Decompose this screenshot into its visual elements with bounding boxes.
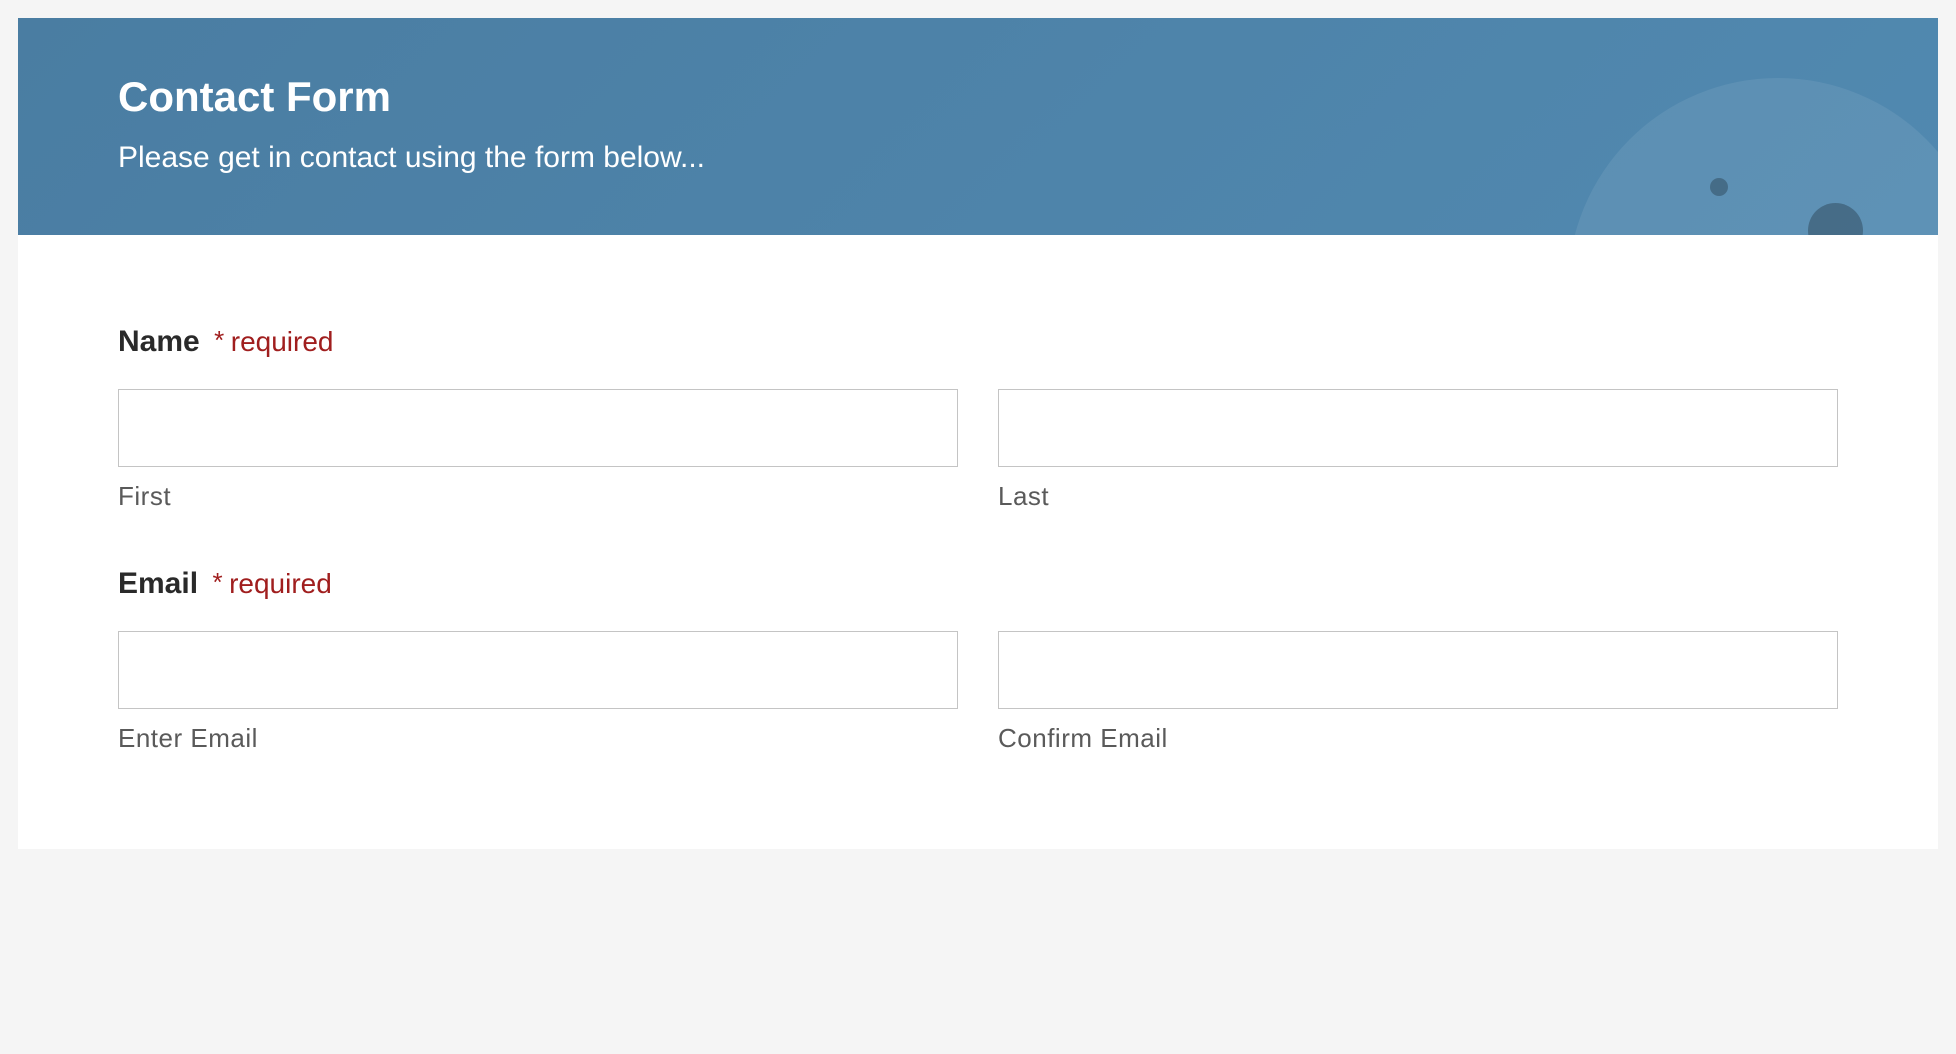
- enter-email-input[interactable]: [118, 631, 958, 709]
- decorative-dot-icon: [1808, 203, 1863, 235]
- enter-email-column: Enter Email: [118, 631, 958, 754]
- email-label: Email: [118, 567, 198, 601]
- email-input-row: Enter Email Confirm Email: [118, 631, 1838, 754]
- form-container: Contact Form Please get in contact using…: [18, 18, 1938, 849]
- required-asterisk-icon: *: [213, 567, 223, 597]
- name-label-row: Name * required: [118, 325, 1838, 359]
- confirm-email-column: Confirm Email: [998, 631, 1838, 754]
- decorative-dot-icon: [1710, 178, 1728, 196]
- last-name-input[interactable]: [998, 389, 1838, 467]
- page-wrapper: Contact Form Please get in contact using…: [0, 0, 1956, 1054]
- last-name-sublabel: Last: [998, 481, 1838, 512]
- last-name-column: Last: [998, 389, 1838, 512]
- email-label-row: Email * required: [118, 567, 1838, 601]
- required-asterisk-icon: *: [214, 325, 224, 355]
- required-text: required: [229, 568, 332, 599]
- email-field-group: Email * required Enter Email Confirm Ema…: [118, 567, 1838, 754]
- enter-email-sublabel: Enter Email: [118, 723, 958, 754]
- form-title: Contact Form: [118, 73, 1838, 121]
- name-label: Name: [118, 325, 200, 359]
- first-name-sublabel: First: [118, 481, 958, 512]
- confirm-email-input[interactable]: [998, 631, 1838, 709]
- form-header: Contact Form Please get in contact using…: [18, 18, 1938, 235]
- first-name-column: First: [118, 389, 958, 512]
- form-subtitle: Please get in contact using the form bel…: [118, 141, 1838, 175]
- form-body: Name * required First Last: [18, 235, 1938, 849]
- confirm-email-sublabel: Confirm Email: [998, 723, 1838, 754]
- name-input-row: First Last: [118, 389, 1838, 512]
- name-field-group: Name * required First Last: [118, 325, 1838, 512]
- required-text: required: [231, 326, 334, 357]
- first-name-input[interactable]: [118, 389, 958, 467]
